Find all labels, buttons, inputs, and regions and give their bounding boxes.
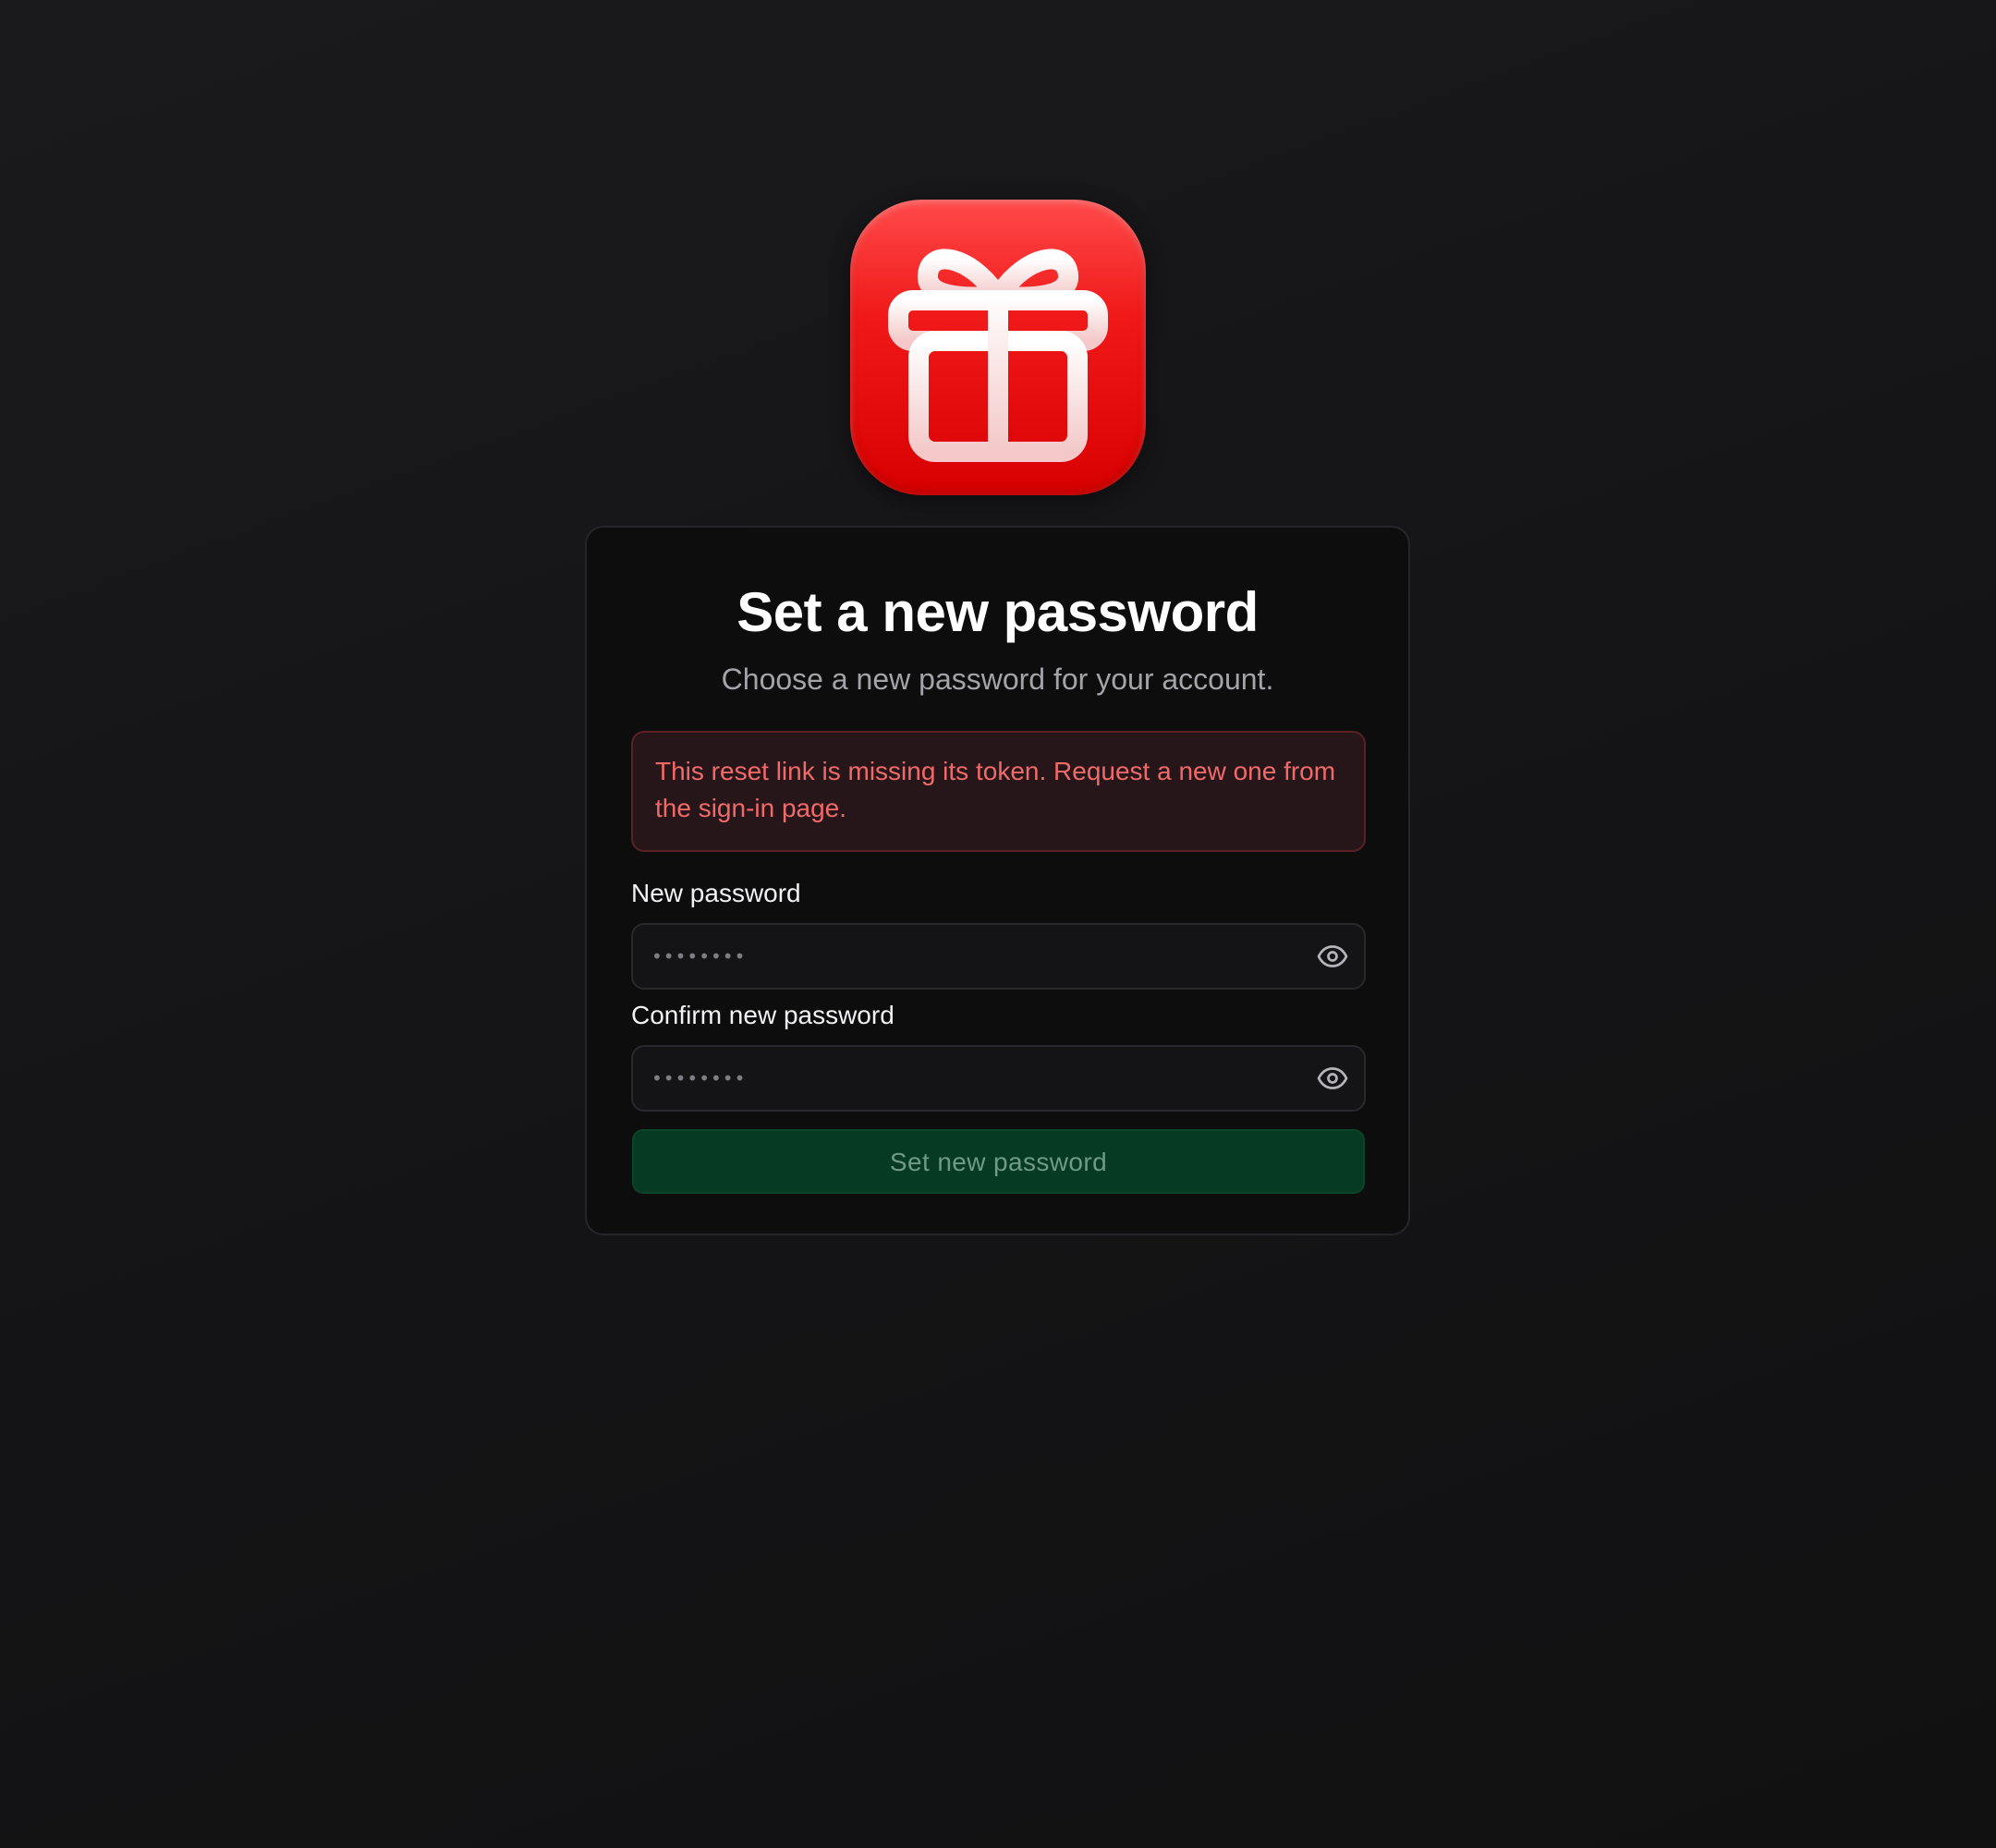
eye-icon <box>1317 945 1348 967</box>
reset-password-card: Set a new password Choose a new password… <box>585 526 1410 1235</box>
error-message: This reset link is missing its token. Re… <box>655 757 1336 822</box>
new-password-field-wrapper <box>631 923 1366 990</box>
show-new-password-toggle[interactable] <box>1316 940 1349 973</box>
confirm-password-input[interactable] <box>651 1047 1280 1110</box>
show-confirm-password-toggle[interactable] <box>1316 1062 1349 1095</box>
reset-password-page: Set a new password Choose a new password… <box>0 0 1996 1848</box>
new-password-input[interactable] <box>651 925 1280 988</box>
page-subtitle: Choose a new password for your account. <box>721 663 1274 696</box>
page-title: Set a new password <box>736 581 1259 643</box>
gift-icon <box>850 200 1146 495</box>
error-alert: This reset link is missing its token. Re… <box>631 731 1366 852</box>
confirm-password-label: Confirm new password <box>631 1001 895 1029</box>
eye-icon <box>1317 1067 1348 1089</box>
new-password-label: New password <box>631 879 801 907</box>
confirm-password-field-wrapper <box>631 1045 1366 1112</box>
set-new-password-button[interactable]: Set new password <box>632 1129 1365 1194</box>
